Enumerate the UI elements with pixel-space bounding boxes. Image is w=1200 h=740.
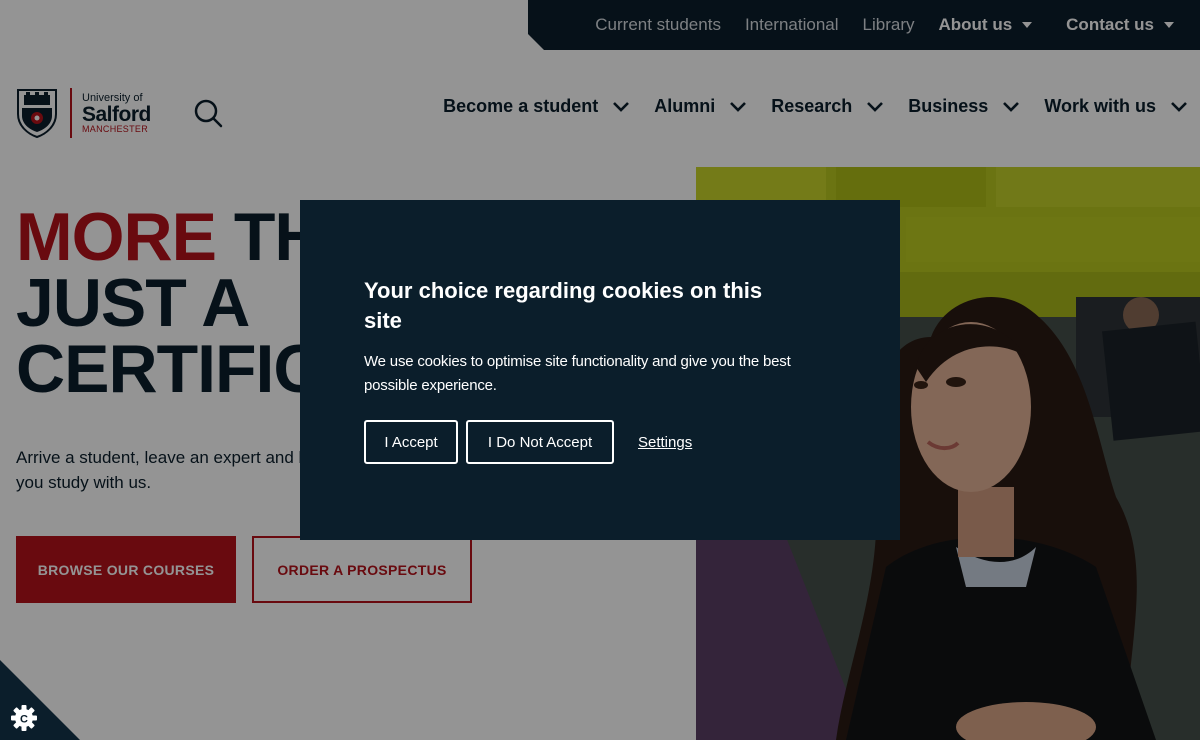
svg-text:C: C (20, 714, 28, 726)
cookie-settings-link[interactable]: Settings (638, 434, 692, 451)
cookie-gear-icon[interactable]: C (10, 704, 38, 732)
cookie-dialog-title: Your choice regarding cookies on this si… (364, 278, 763, 333)
decline-cookies-button[interactable]: I Do Not Accept (466, 420, 614, 464)
cookie-dialog-text: We use cookies to optimise site function… (364, 353, 791, 394)
cookie-consent-dialog: Your choice regarding cookies on this si… (300, 200, 900, 540)
accept-cookies-button[interactable]: I Accept (364, 420, 458, 464)
cookie-dialog-actions: I Accept I Do Not Accept Settings (364, 420, 836, 464)
